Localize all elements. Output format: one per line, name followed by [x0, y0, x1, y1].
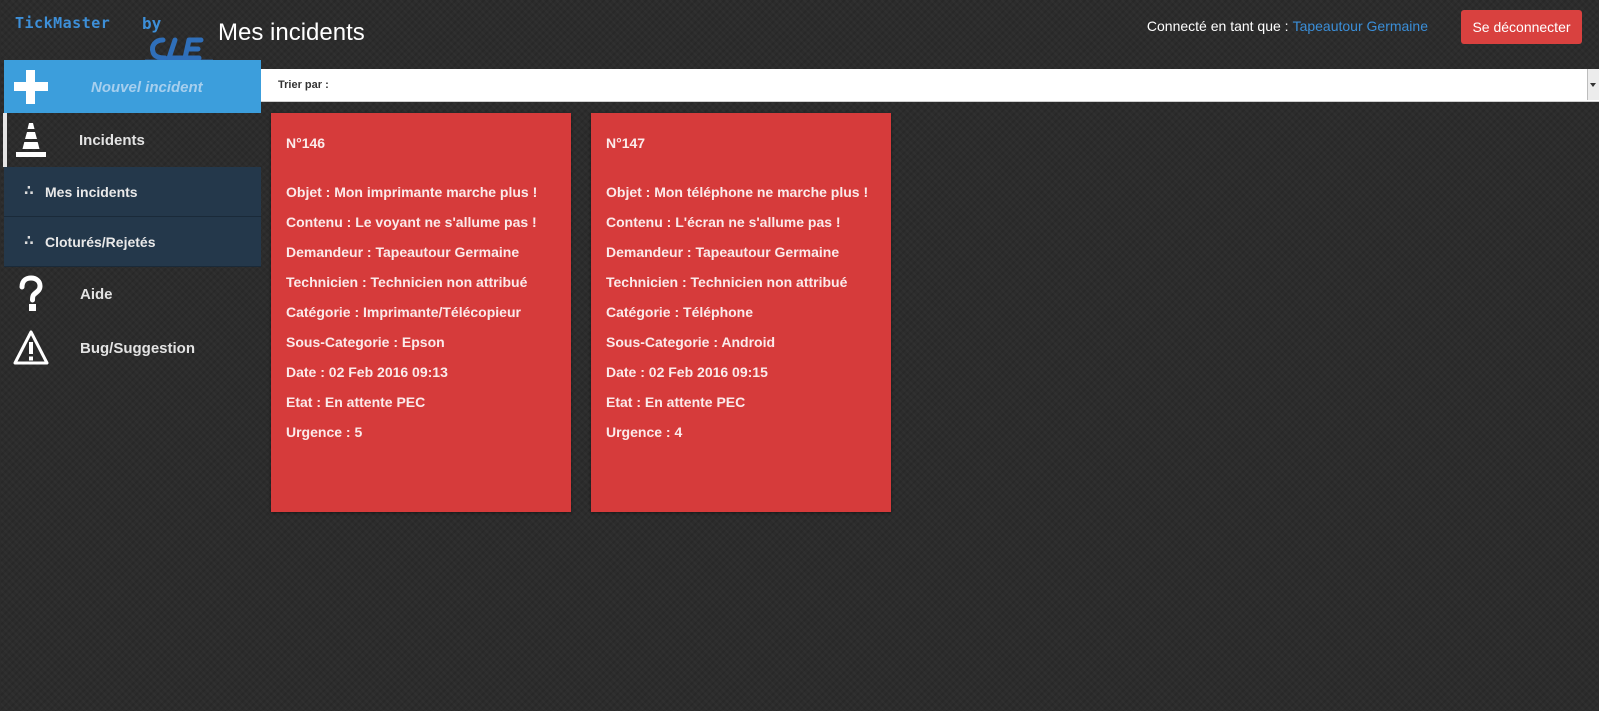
incident-card[interactable]: N°146 Objet : Mon imprimante marche plus…	[271, 113, 571, 512]
plus-icon	[14, 70, 48, 104]
dots-icon: ∴	[24, 232, 34, 248]
dropdown-arrow-icon[interactable]	[1587, 69, 1599, 100]
sidebar-item-aide-label: Aide	[80, 286, 113, 303]
sidebar-item-clotures-rejetes-label: Cloturés/Rejetés	[45, 234, 156, 250]
incidents-submenu: ∴ Mes incidents ∴ Cloturés/Rejetés	[4, 167, 261, 267]
logo-brand-text: TickMaster	[15, 14, 111, 32]
traffic-cone-icon	[16, 123, 46, 157]
user-name-link[interactable]: Tapeautour Germaine	[1293, 18, 1428, 34]
incident-urgence: Urgence : 5	[286, 424, 363, 440]
incident-number: N°147	[606, 135, 646, 151]
incident-sous-categorie: Sous-Categorie : Android	[606, 334, 776, 350]
incident-card[interactable]: N°147 Objet : Mon téléphone ne marche pl…	[591, 113, 891, 512]
incident-contenu: Contenu : Le voyant ne s'allume pas !	[286, 214, 537, 230]
incident-categorie: Catégorie : Téléphone	[606, 304, 754, 320]
sidebar-item-bug-suggestion-label: Bug/Suggestion	[80, 340, 195, 357]
incident-date: Date : 02 Feb 2016 09:13	[286, 364, 448, 380]
sidebar-item-clotures-rejetes[interactable]: ∴ Cloturés/Rejetés	[4, 217, 261, 267]
new-incident-label: Nouvel incident	[91, 79, 203, 96]
app-logo: TickMaster by	[15, 12, 213, 61]
incident-urgence: Urgence : 4	[606, 424, 683, 440]
incident-demandeur: Demandeur : Tapeautour Germaine	[606, 244, 840, 260]
incident-technicien: Technicien : Technicien non attribué	[286, 274, 528, 290]
incident-date: Date : 02 Feb 2016 09:15	[606, 364, 768, 380]
incident-contenu: Contenu : L'écran ne s'allume pas !	[606, 214, 841, 230]
incident-technicien: Technicien : Technicien non attribué	[606, 274, 848, 290]
incident-sous-categorie: Sous-Categorie : Epson	[286, 334, 445, 350]
user-info: Connecté en tant que : Tapeautour Germain…	[1147, 18, 1428, 34]
dots-icon: ∴	[24, 182, 34, 198]
incident-etat: Etat : En attente PEC	[286, 394, 426, 410]
question-mark-icon	[19, 275, 43, 311]
incident-etat: Etat : En attente PEC	[606, 394, 746, 410]
incident-demandeur: Demandeur : Tapeautour Germaine	[286, 244, 520, 260]
page-title: Mes incidents	[218, 19, 365, 46]
sidebar-item-incidents[interactable]: Incidents	[3, 113, 261, 167]
incident-number: N°146	[286, 135, 326, 151]
incident-objet: Objet : Mon téléphone ne marche plus !	[606, 184, 869, 200]
new-incident-button[interactable]: Nouvel incident	[4, 60, 261, 113]
sidebar: Nouvel incident Incidents ∴ Mes incident…	[3, 60, 261, 375]
warning-icon	[13, 330, 49, 365]
incident-categorie: Catégorie : Imprimante/Télécopieur	[286, 304, 521, 320]
sidebar-item-mes-incidents[interactable]: ∴ Mes incidents	[4, 167, 261, 217]
incident-fields: Objet : Mon téléphone ne marche plus ! C…	[606, 184, 868, 454]
sidebar-item-mes-incidents-label: Mes incidents	[45, 184, 138, 200]
connected-as-label: Connecté en tant que :	[1146, 18, 1289, 34]
sort-select[interactable]: Trier par :	[261, 69, 1599, 102]
sidebar-item-incidents-label: Incidents	[79, 132, 145, 149]
sidebar-item-bug-suggestion[interactable]: Bug/Suggestion	[4, 321, 261, 375]
incident-fields: Objet : Mon imprimante marche plus ! Con…	[286, 184, 537, 454]
logout-button[interactable]: Se déconnecter	[1461, 10, 1582, 44]
sort-label: Trier par :	[278, 79, 329, 91]
sidebar-item-aide[interactable]: Aide	[4, 267, 261, 321]
incident-objet: Objet : Mon imprimante marche plus !	[286, 184, 538, 200]
